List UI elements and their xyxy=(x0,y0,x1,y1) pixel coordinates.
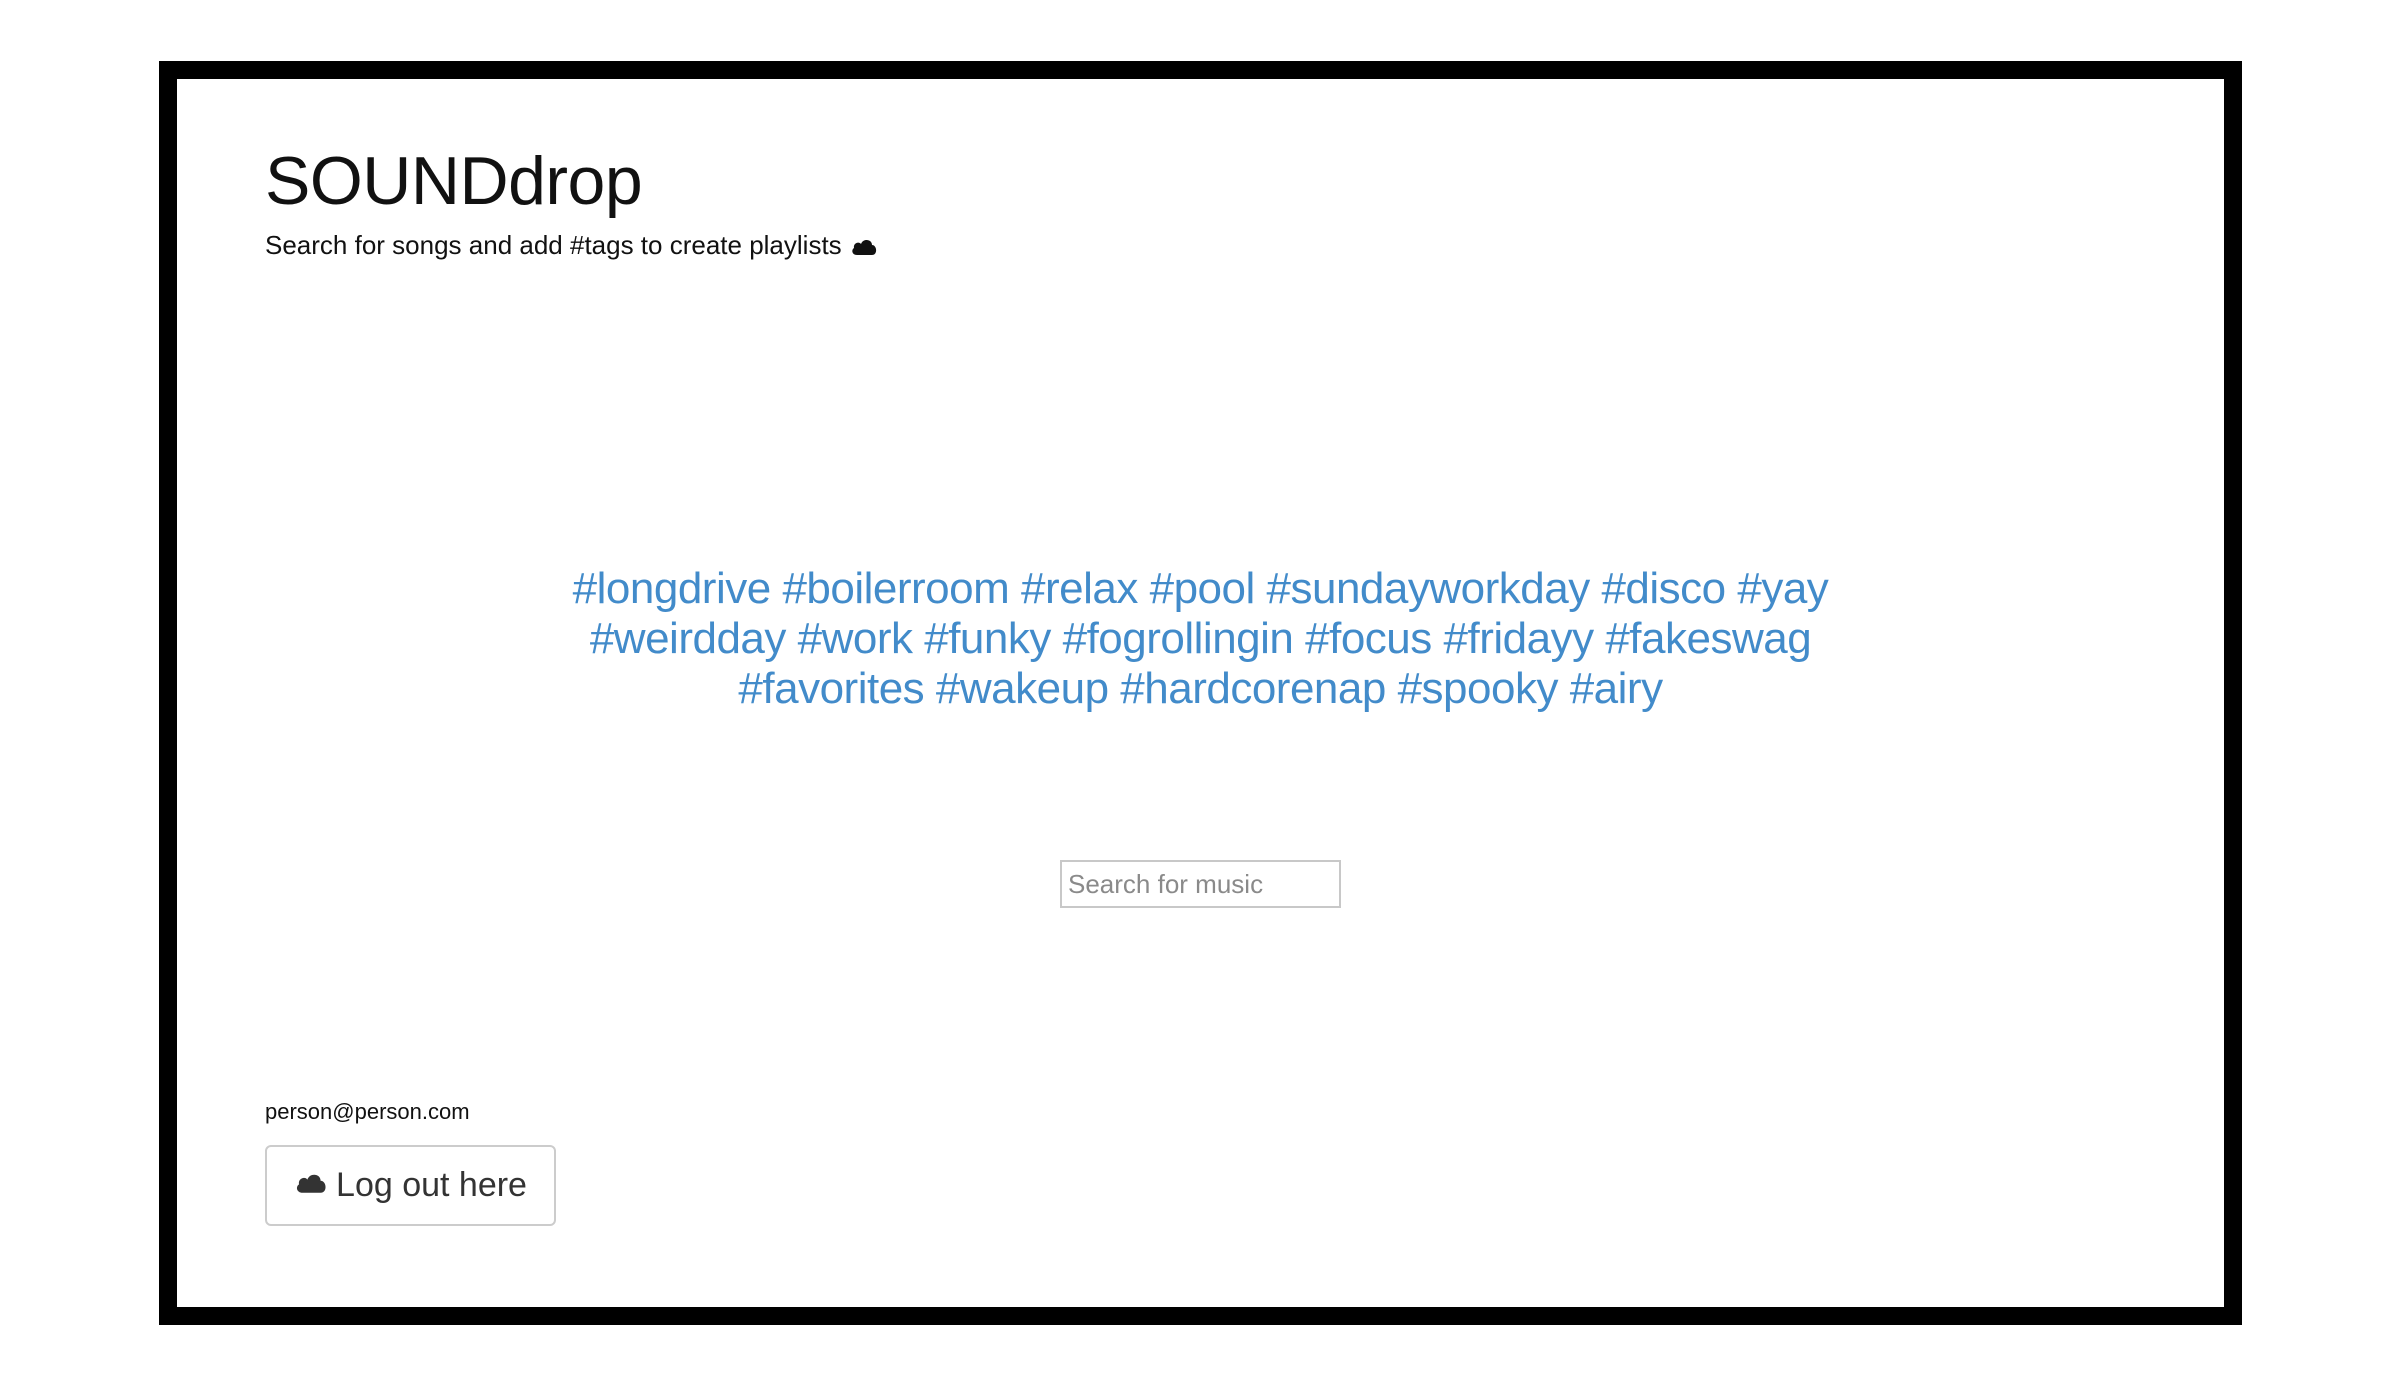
tag-link[interactable]: #favorites xyxy=(738,664,924,713)
tag-cloud: #longdrive #boilerroom #relax #pool #sun… xyxy=(477,564,1924,714)
tag-link[interactable]: #boilerroom xyxy=(782,564,1009,613)
tag-link[interactable]: #sundayworkday xyxy=(1267,564,1591,613)
page-title: SOUNDdrop xyxy=(265,143,643,219)
tag-link[interactable]: #hardcorenap xyxy=(1120,664,1386,713)
search-input[interactable] xyxy=(1060,860,1341,908)
tagline: Search for songs and add #tags to create… xyxy=(265,229,878,263)
tag-link[interactable]: #airy xyxy=(1570,664,1663,713)
tag-link[interactable]: #yay xyxy=(1737,564,1828,613)
tag-link[interactable]: #fakeswag xyxy=(1605,614,1811,663)
logout-label: Log out here xyxy=(336,1166,527,1204)
tag-link[interactable]: #funky xyxy=(924,614,1051,663)
tag-link[interactable]: #work xyxy=(798,614,913,663)
cloud-icon xyxy=(297,1174,326,1193)
cloud-icon xyxy=(851,239,876,255)
tag-link[interactable]: #weirdday xyxy=(590,614,787,663)
tag-link[interactable]: #pool xyxy=(1150,564,1256,613)
user-email: person@person.com xyxy=(265,1099,470,1124)
logout-button[interactable]: Log out here xyxy=(265,1145,556,1226)
tag-link[interactable]: #relax xyxy=(1021,564,1138,613)
app-frame: SOUNDdrop Search for songs and add #tags… xyxy=(159,61,2242,1325)
tag-link[interactable]: #disco xyxy=(1601,564,1726,613)
tag-link[interactable]: #wakeup xyxy=(936,664,1109,713)
tag-link[interactable]: #fridayy xyxy=(1444,614,1595,663)
tag-link[interactable]: #focus xyxy=(1305,614,1432,663)
tagline-text: Search for songs and add #tags to create… xyxy=(265,230,842,260)
tag-link[interactable]: #fogrollingin xyxy=(1063,614,1294,663)
tag-link[interactable]: #spooky xyxy=(1398,664,1559,713)
tag-link[interactable]: #longdrive xyxy=(573,564,772,613)
